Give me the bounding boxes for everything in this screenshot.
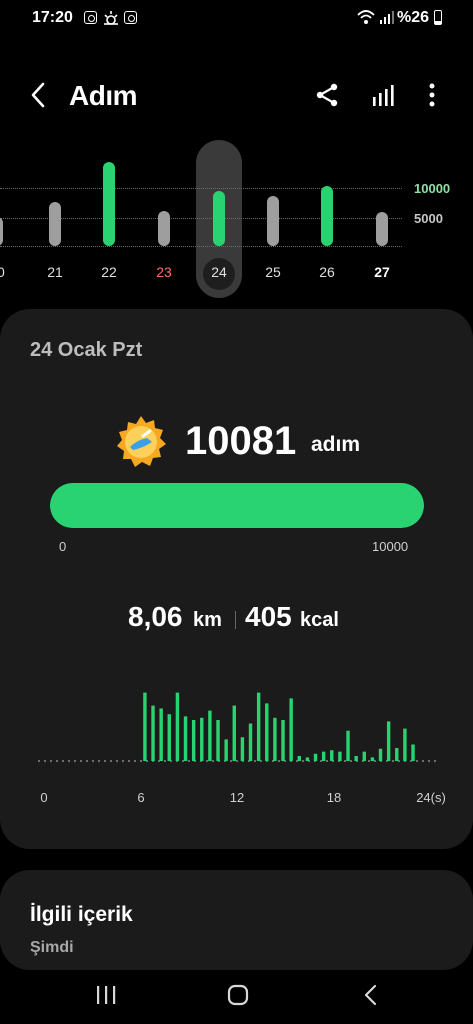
hourly-bar — [370, 757, 375, 761]
share-icon[interactable] — [314, 82, 340, 108]
day-label-25[interactable]: 25 — [253, 264, 293, 280]
base-guide-line — [0, 246, 402, 247]
hourly-bar — [273, 717, 277, 761]
hourly-bar — [265, 703, 269, 761]
instagram-icon — [124, 11, 137, 24]
day-label-27[interactable]: 27 — [362, 264, 402, 280]
app-bar: Adım — [0, 70, 473, 126]
hourly-bar — [256, 692, 261, 761]
hourly-bar — [354, 755, 358, 761]
more-icon[interactable] — [420, 82, 444, 108]
distance-unit: km — [193, 609, 222, 631]
day-bar-20[interactable] — [0, 216, 3, 246]
x-tick-label: 0 — [40, 790, 47, 805]
wifi-icon — [357, 10, 375, 24]
goal-badge-icon — [117, 416, 166, 467]
hourly-bar — [281, 719, 285, 761]
hourly-bar — [216, 719, 220, 761]
hourly-bar — [183, 716, 188, 761]
x-tick-label: 24(s) — [416, 790, 446, 805]
calorie-value: 405 — [245, 601, 292, 632]
hourly-bar — [167, 714, 171, 761]
day-bar-25[interactable] — [267, 195, 279, 246]
hourly-bar — [289, 698, 293, 761]
battery-percent: %26 — [397, 9, 430, 26]
hourly-bar — [232, 705, 236, 761]
related-content-card[interactable]: İlgili içerik Şimdi — [0, 870, 473, 970]
hourly-bar — [403, 728, 407, 761]
step-unit: adım — [311, 433, 361, 456]
hourly-bar — [386, 721, 391, 761]
day-bar-24[interactable] — [213, 191, 225, 246]
day-label-20[interactable]: 20 — [0, 264, 17, 280]
hourly-bar — [338, 751, 342, 761]
hourly-bar — [240, 737, 245, 761]
day-label-22[interactable]: 22 — [89, 264, 129, 280]
hourly-bar — [395, 748, 399, 761]
calorie-unit: kcal — [300, 609, 339, 631]
hourly-bar — [321, 751, 326, 761]
related-subtitle: Şimdi — [30, 939, 74, 956]
goal-label: 10000 — [414, 181, 451, 196]
hourly-bar — [330, 750, 334, 761]
home-icon[interactable] — [226, 983, 250, 1007]
hourly-bar — [362, 751, 366, 761]
mid-label: 5000 — [414, 211, 443, 226]
instagram-icon — [84, 11, 97, 24]
goal-progress-fill — [50, 483, 424, 528]
hourly-bar — [313, 753, 318, 761]
related-title: İlgili içerik — [30, 903, 133, 926]
navigation-bar — [0, 970, 473, 1024]
step-count: 10081 — [185, 419, 297, 463]
day-bar-27[interactable] — [376, 212, 388, 246]
day-label-23[interactable]: 23 — [144, 264, 184, 280]
day-label-24[interactable]: 24 — [199, 264, 239, 280]
day-bar-26[interactable] — [321, 186, 333, 246]
recents-icon[interactable] — [94, 984, 118, 1006]
day-bar-21[interactable] — [49, 202, 61, 246]
hourly-step-chart[interactable]: 0 6 12 18 24(s) — [0, 679, 473, 819]
hourly-bar — [159, 708, 163, 761]
hourly-bar — [143, 692, 147, 761]
hourly-bar — [200, 717, 204, 761]
distance-value: 8,06 — [128, 601, 183, 632]
weather-icon — [104, 11, 118, 25]
nav-back-icon[interactable] — [362, 984, 380, 1006]
signal-icon — [380, 11, 394, 24]
day-label-26[interactable]: 26 — [307, 264, 347, 280]
progress-max-label: 10000 — [372, 539, 409, 554]
day-strip[interactable]: 10000 5000 20 21 22 23 24 25 26 27 — [0, 138, 473, 300]
goal-progress-bar — [50, 483, 424, 528]
hourly-bar — [208, 710, 212, 761]
stat-divider — [235, 611, 236, 629]
hourly-bar — [411, 744, 415, 761]
status-bar: 17:20 %26 — [0, 0, 473, 36]
day-bar-22[interactable] — [103, 162, 115, 246]
x-tick-label: 18 — [327, 790, 341, 805]
back-icon[interactable] — [24, 80, 54, 110]
hourly-bar — [191, 719, 196, 761]
day-label-21[interactable]: 21 — [35, 264, 75, 280]
hourly-bar — [346, 730, 350, 761]
day-bar-23[interactable] — [158, 210, 170, 246]
hourly-bar — [305, 757, 310, 761]
goal-guide-line — [0, 188, 402, 189]
hourly-bar — [248, 723, 253, 761]
hourly-bar — [151, 705, 155, 761]
status-time: 17:20 — [32, 9, 73, 26]
x-tick-label: 12 — [230, 790, 244, 805]
battery-icon — [434, 10, 442, 25]
summary-card: 24 Ocak Pzt 10081 adım 0 10000 8,06 km 4… — [0, 309, 473, 849]
page-title: Adım — [69, 80, 138, 111]
card-date: 24 Ocak Pzt — [30, 339, 143, 361]
hourly-bar — [297, 755, 301, 761]
x-tick-label: 6 — [137, 790, 144, 805]
bar-chart-icon[interactable] — [370, 82, 398, 108]
progress-min-label: 0 — [59, 539, 67, 554]
hourly-bar — [378, 748, 383, 761]
hourly-bar — [175, 692, 180, 761]
hourly-bar — [224, 739, 228, 761]
